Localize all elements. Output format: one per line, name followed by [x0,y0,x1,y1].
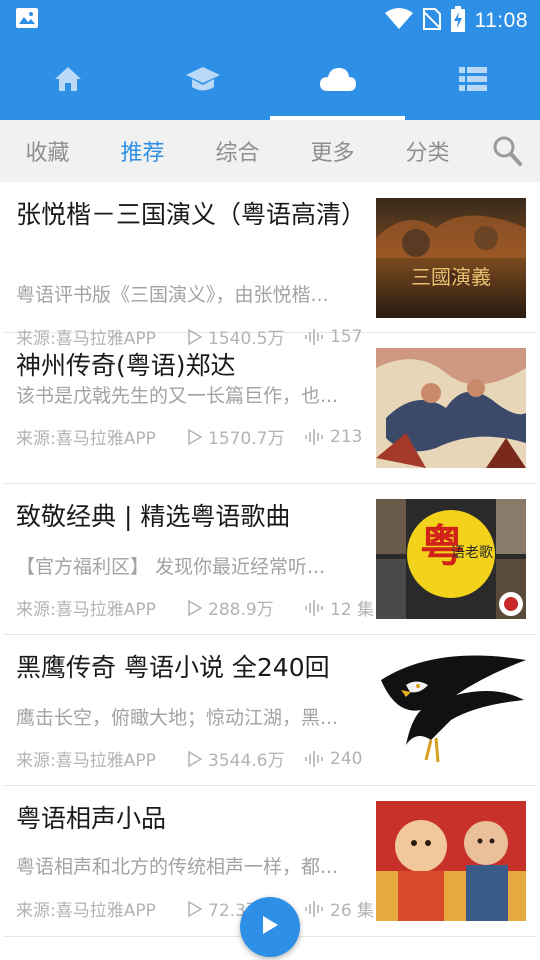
item-source: 来源:喜马拉雅APP [16,751,156,771]
episode-count: 26 集 [304,896,374,921]
item-description: 粤语评书版《三国演义》，由张悦楷... [16,284,329,306]
search-icon[interactable] [492,134,522,168]
item-meta: 来源:喜马拉雅APP 72.3万 26 集 [16,896,374,921]
cover-text: 三國演義 [411,265,491,289]
list-icon [458,67,487,91]
nav-tab-education[interactable] [135,38,270,120]
cloud-icon [319,66,357,92]
list-item[interactable]: 神州传奇(粤语)郑达 该书是戊戟先生的又一长篇巨作，也... 来源:喜马拉雅AP… [4,333,536,484]
tab-more[interactable]: 更多 [285,135,380,167]
item-source: 来源:喜马拉雅APP [16,429,156,449]
audio-wave-icon [305,900,323,917]
no-sim-icon [421,7,442,35]
audio-wave-icon [305,599,323,616]
audio-wave-icon [305,428,323,445]
item-description: 粤语相声和北方的传统相声一样，都... [16,856,339,878]
play-count: 3544.6万 [188,746,304,771]
album-cover [376,348,526,468]
play-icon [261,915,279,939]
tab-general[interactable]: 综合 [190,135,285,167]
item-source: 来源:喜马拉雅APP [16,901,156,921]
tab-recommended[interactable]: 推荐 [95,135,190,167]
list-item[interactable]: 致敬经典 | 精选粤语歌曲 【官方福利区】 发现你最近经常听... 来源:喜马拉… [4,484,536,635]
item-title: 黑鹰传奇 粤语小说 全240回 [16,653,330,682]
app-header: 11:08 [0,0,540,120]
album-cover [376,801,526,921]
tab-categories[interactable]: 分类 [380,135,475,167]
album-cover [376,650,526,770]
battery-charging-icon [450,6,465,36]
list-item[interactable]: 黑鹰传奇 粤语小说 全240回 鹰击长空，俯瞰大地；惊动江湖，黑... 来源:喜… [4,635,536,786]
graduation-cap-icon [185,65,221,93]
item-meta: 来源:喜马拉雅APP 3544.6万 240 [16,746,362,772]
home-icon [53,65,83,93]
album-cover: 粤 语老歌 [376,499,526,619]
wifi-icon [384,8,413,34]
item-title: 粤语相声小品 [16,804,167,833]
category-tab-bar: 收藏 推荐 综合 更多 分类 [0,120,540,182]
nav-tab-list[interactable] [405,38,540,120]
play-count-value: 288.9万 [208,600,274,620]
item-description: 鹰击长空，俯瞰大地；惊动江湖，黑... [16,707,339,729]
item-meta: 来源:喜马拉雅APP 1570.7万 213 [16,424,362,450]
item-title: 张悦楷－三国演义（粤语高清） [16,200,367,229]
nav-tab-cloud[interactable] [270,38,405,120]
play-count-value: 1570.7万 [208,429,285,449]
episode-count: 213 [304,427,362,447]
play-count-icon [188,750,202,767]
item-title: 致敬经典 | 精选粤语歌曲 [16,502,291,531]
play-count-icon [188,428,202,445]
episode-count: 240 [304,749,362,769]
top-nav [0,38,540,120]
item-meta: 来源:喜马拉雅APP 288.9万 12 集 [16,595,374,620]
audio-wave-icon [305,750,323,767]
item-title: 神州传奇(粤语)郑达 [16,351,236,380]
play-count: 288.9万 [188,595,304,620]
status-bar: 11:08 [0,0,540,38]
play-count-icon [188,900,202,917]
episode-count-value: 213 [330,426,363,447]
item-description: 该书是戊戟先生的又一长篇巨作，也... [16,385,339,407]
item-source: 来源:喜马拉雅APP [16,600,156,620]
episode-count-value: 240 [330,748,363,769]
image-icon [16,8,38,28]
play-count-icon [188,599,202,616]
episode-count-value: 26 集 [330,901,375,921]
play-count: 1570.7万 [188,424,304,449]
album-cover: 三國演義 [376,198,526,318]
play-count-value: 3544.6万 [208,751,285,771]
episode-count-value: 12 集 [330,600,375,620]
item-description: 【官方福利区】 发现你最近经常听... [16,556,326,578]
nav-tab-home[interactable] [0,38,135,120]
cover-text-2: 语老歌 [451,545,493,561]
status-time: 11:08 [474,9,528,32]
play-button[interactable] [240,897,300,957]
list-item[interactable]: 张悦楷－三国演义（粤语高清） 粤语评书版《三国演义》，由张悦楷... 来源:喜马… [4,182,536,349]
album-list: 张悦楷－三国演义（粤语高清） 粤语评书版《三国演义》，由张悦楷... 来源:喜马… [0,182,540,937]
tab-favorites[interactable]: 收藏 [0,135,95,167]
episode-count: 12 集 [304,595,374,620]
